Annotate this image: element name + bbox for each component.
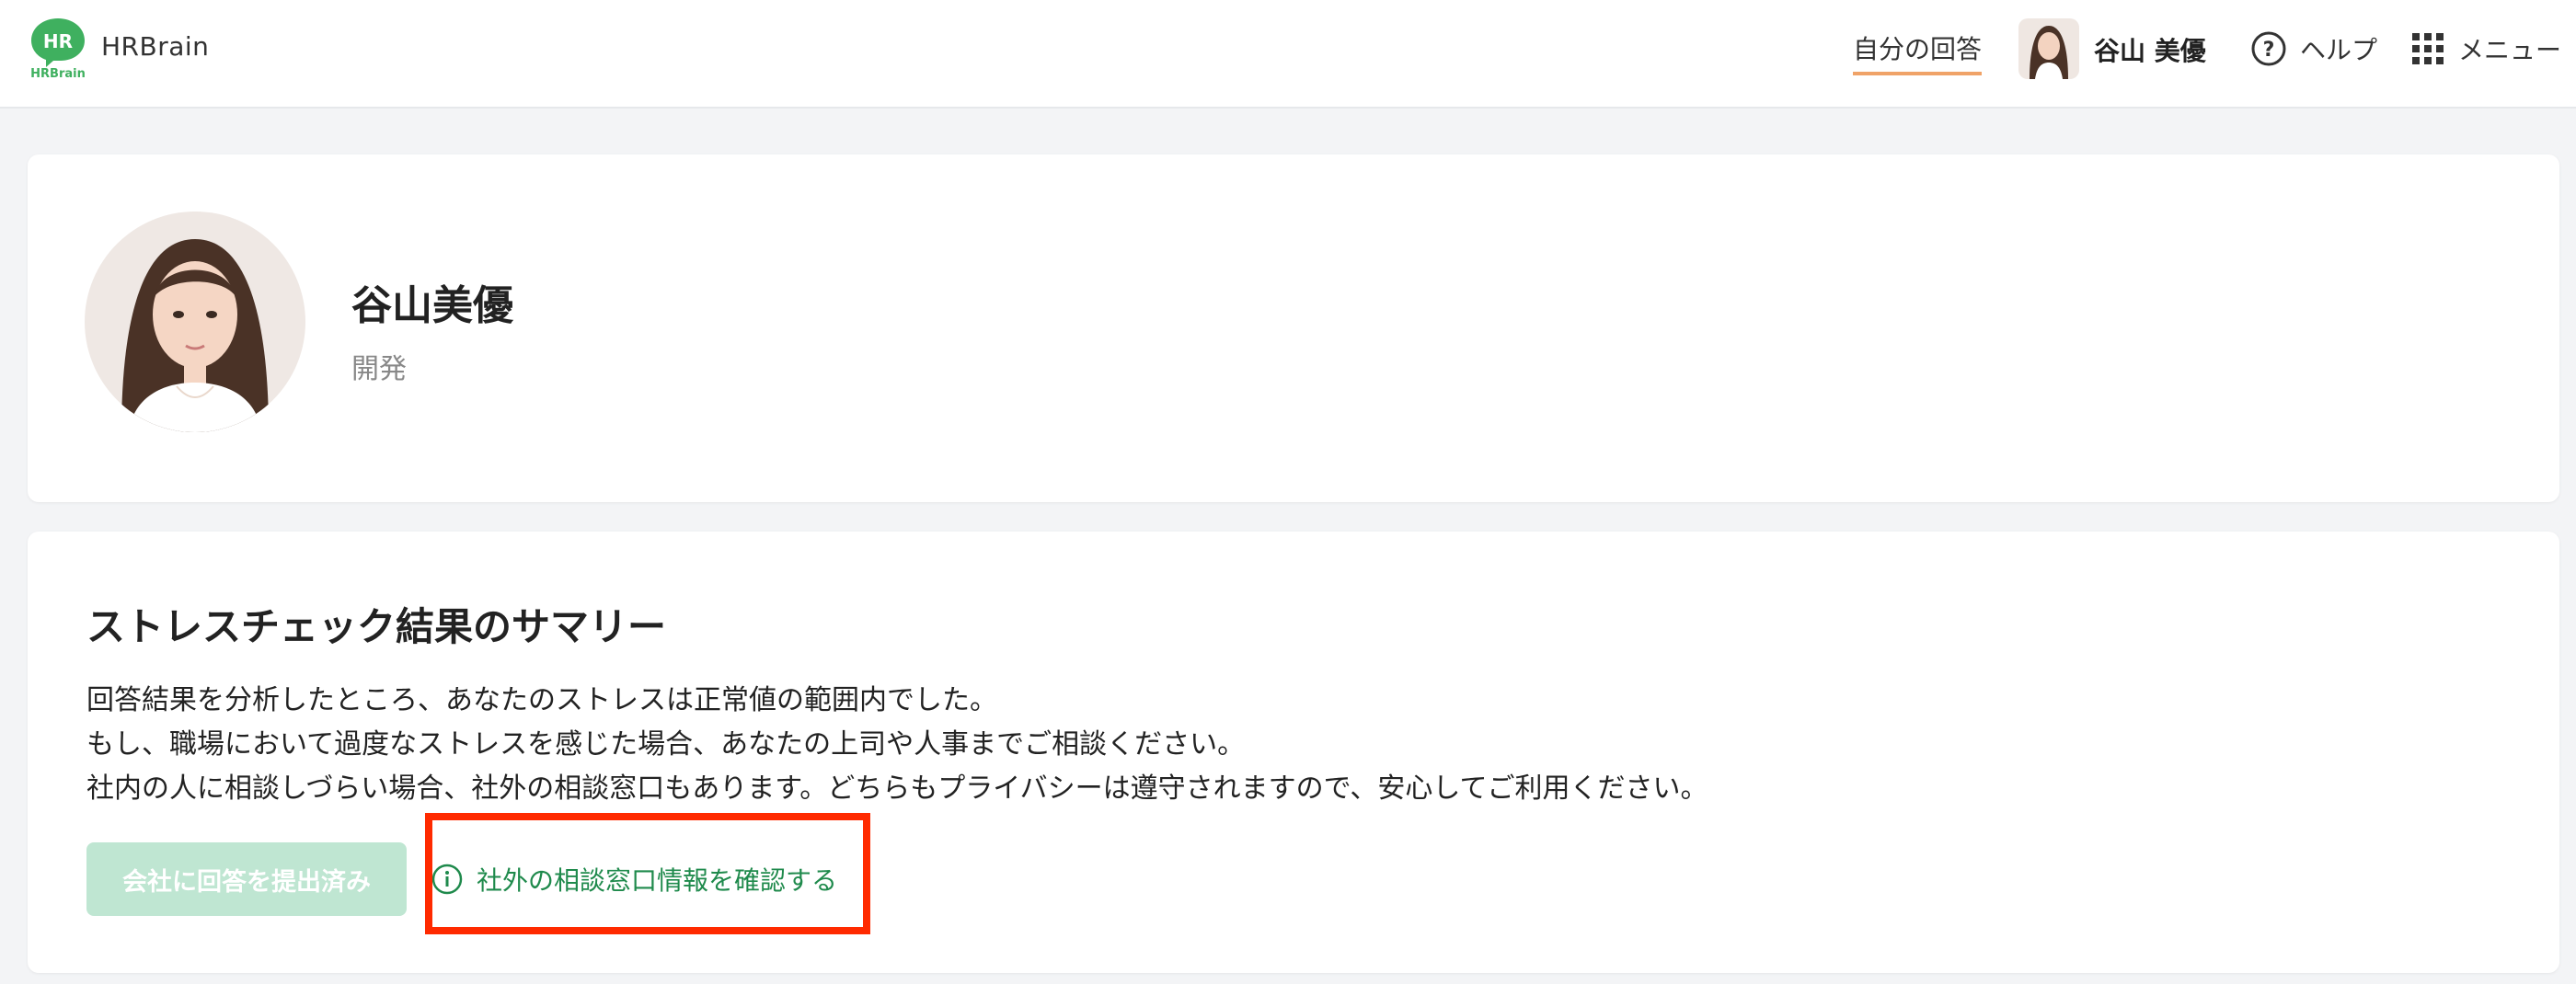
brand-name: HRBrain [101, 31, 210, 62]
profile-department: 開発 [351, 353, 407, 385]
menu-label: メニュー [2458, 35, 2562, 65]
help-icon: ? [2251, 31, 2286, 66]
logo-subtext: HRBrain [30, 67, 86, 79]
external-consultation-link[interactable]: 社外の相談窓口情報を確認する [431, 842, 837, 916]
top-header: HR HRBrain HRBrain 自分の回答 谷山 美優 ? ヘルプ メニュ… [0, 0, 2576, 109]
summary-line: 回答結果を分析したところ、あなたのストレスは正常値の範囲内でした。 [86, 684, 997, 716]
consult-link-label: 社外の相談窓口情報を確認する [477, 865, 838, 896]
summary-line: もし、職場において過度なストレスを感じた場合、あなたの上司や人事までご相談くださ… [86, 728, 1246, 761]
user-avatar[interactable] [2018, 18, 2079, 79]
summary-title: ストレスチェック結果のサマリー [86, 604, 667, 649]
avatar-image-icon [2018, 18, 2079, 79]
help-button[interactable]: ? ヘルプ [2250, 28, 2377, 70]
user-name[interactable]: 谷山 美優 [2094, 31, 2206, 68]
menu-button[interactable]: メニュー [2412, 28, 2561, 70]
submitted-button[interactable]: 会社に回答を提出済み [86, 842, 407, 916]
help-label: ヘルプ [2300, 35, 2378, 65]
profile-photo-icon [85, 212, 305, 432]
svg-text:?: ? [2263, 39, 2275, 62]
summary-line: 社内の人に相談しづらい場合、社外の相談窓口もあります。どちらもプライバシーは遵守… [86, 772, 1708, 805]
nav-my-answers[interactable]: 自分の回答 [1853, 29, 1983, 75]
stress-summary-card: ストレスチェック結果のサマリー 回答結果を分析したところ、あなたのストレスは正常… [28, 532, 2559, 973]
profile-avatar [85, 212, 305, 432]
logo-text: HR [43, 30, 73, 52]
info-icon [431, 864, 463, 895]
profile-card: 谷山美優 開発 [28, 154, 2559, 502]
profile-name: 谷山美優 [351, 282, 513, 329]
summary-body: 回答結果を分析したところ、あなたのストレスは正常値の範囲内でした。 もし、職場に… [86, 679, 2478, 811]
grid-menu-icon [2412, 33, 2444, 64]
hrbrain-logo[interactable]: HR HRBrain [26, 15, 90, 79]
